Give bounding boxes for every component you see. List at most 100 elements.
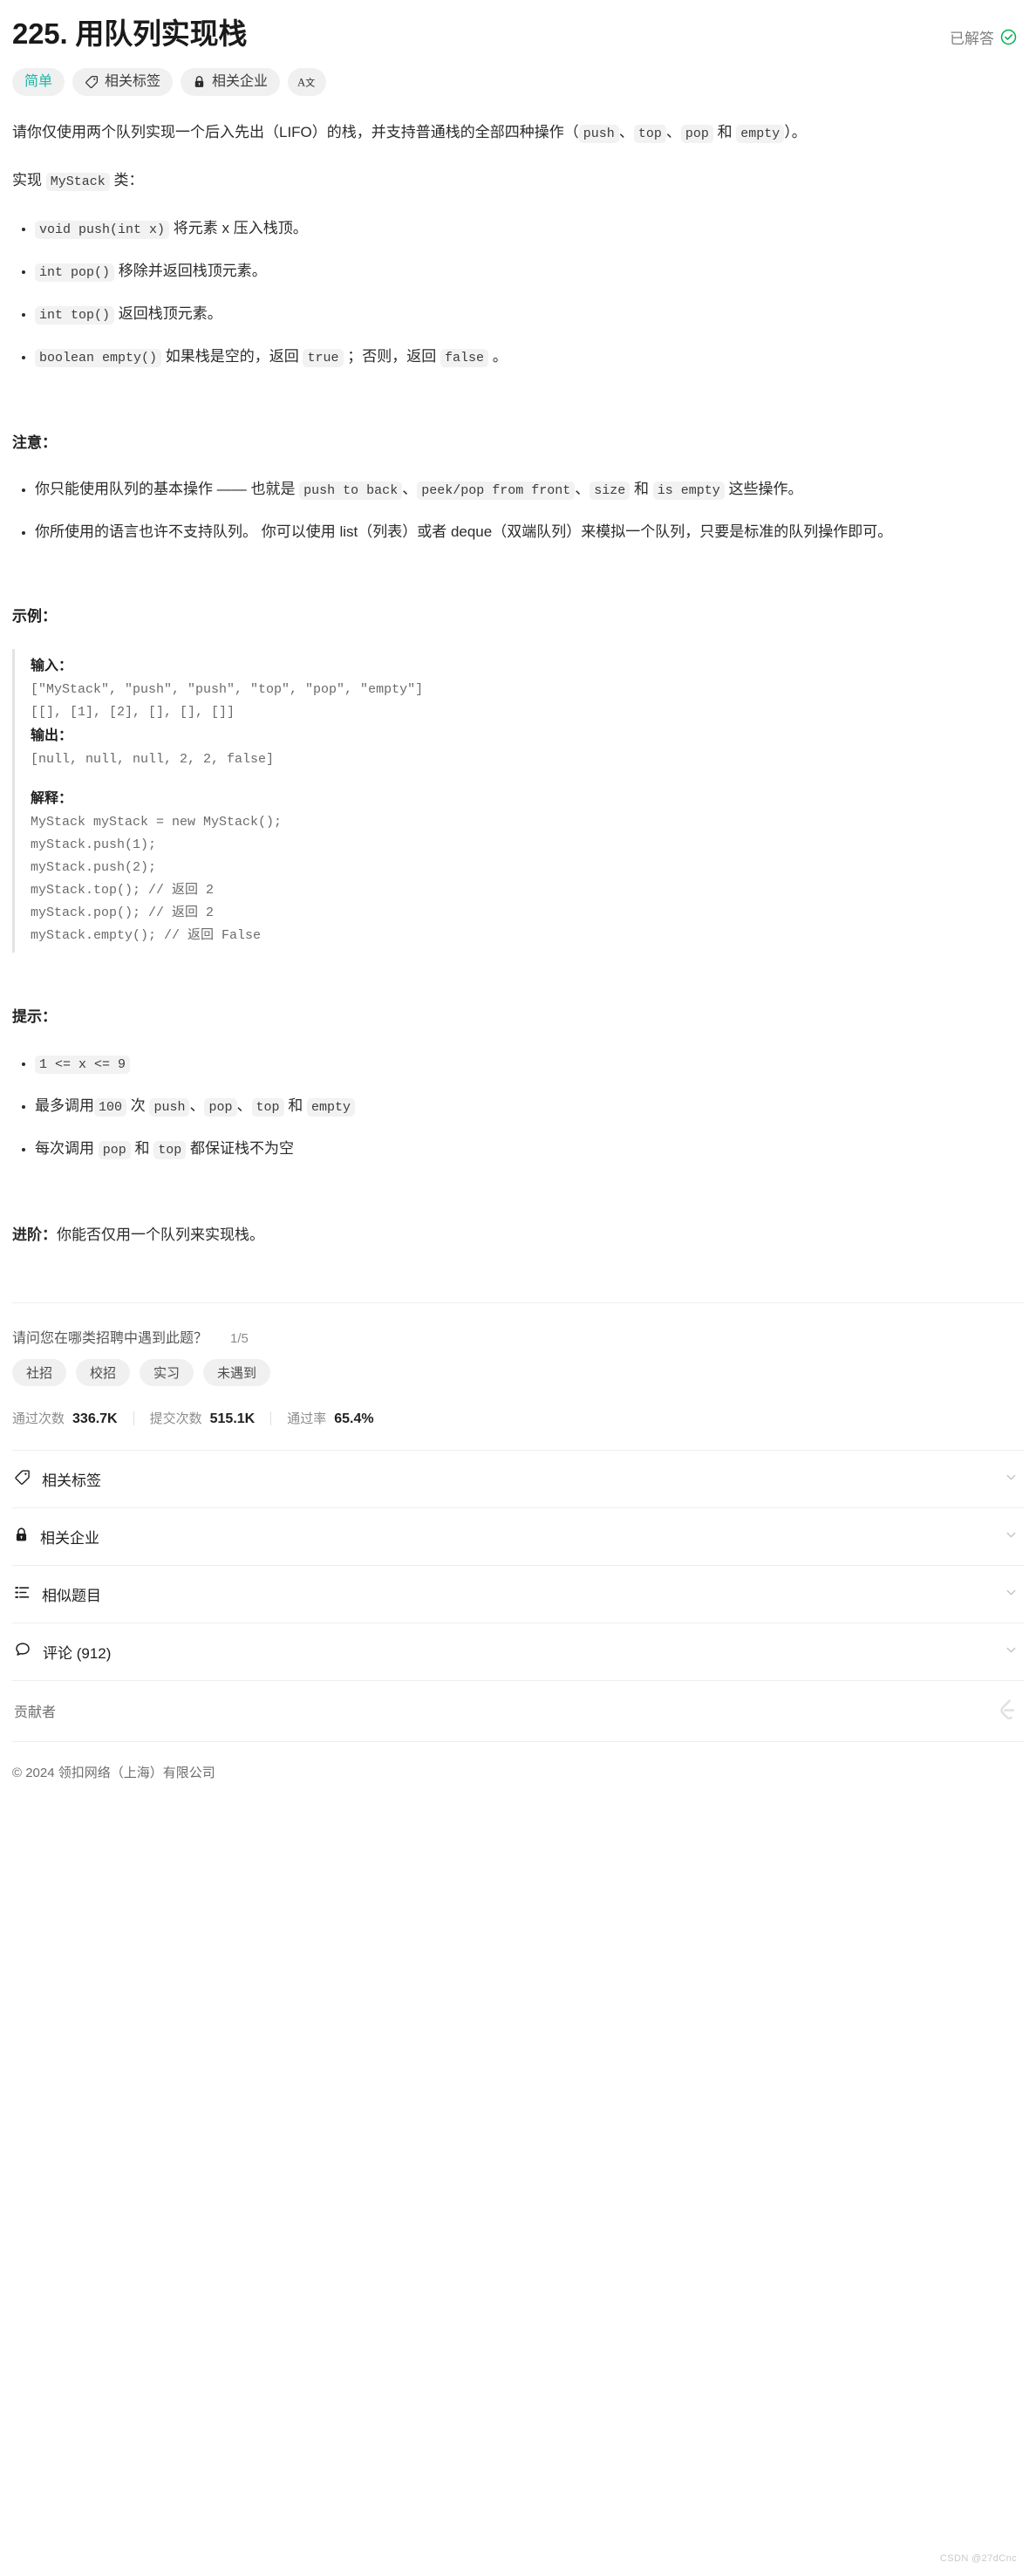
note-1-text-1: 你只能使用队列的基本操作 —— 也就是: [35, 481, 300, 497]
stat-acceptance-value: 65.4%: [334, 1411, 374, 1426]
code-method-empty: boolean empty(): [35, 349, 162, 367]
accordion-similar-questions-label: 相似题目: [42, 1588, 101, 1604]
code-empty: empty: [736, 125, 785, 143]
accordion-related-tags-label: 相关标签: [42, 1472, 101, 1489]
list-icon: [14, 1584, 31, 1605]
implement-paragraph: 实现 MyStack 类：: [12, 167, 1024, 195]
survey-counter: 1/5: [230, 1331, 249, 1346]
accordion-related-companies[interactable]: 相关企业: [12, 1507, 1024, 1565]
chevron-down-icon: [1004, 1585, 1019, 1604]
survey-option-weiyudao[interactable]: 未遇到: [203, 1359, 271, 1386]
method-list: void push(int x) 将元素 x 压入栈顶。 int pop() 移…: [12, 215, 1024, 372]
method-empty-text-1: 如果栈是空的，返回: [161, 348, 303, 365]
difficulty-label: 简单: [24, 74, 53, 89]
page-title: 225. 用队列实现栈: [12, 17, 248, 50]
hints-heading: 提示：: [12, 1008, 57, 1025]
related-companies-button[interactable]: 相关企业: [181, 68, 281, 96]
contributors-label: 贡献者: [14, 1705, 57, 1720]
accordion-list: 相关标签 相关企业 相似题目 评论 (912) 贡献者: [12, 1450, 1024, 1739]
stat-submissions[interactable]: 提交次数 515.1K: [150, 1409, 256, 1427]
hint-2-sep-1: 、: [189, 1097, 205, 1114]
list-item: int top() 返回栈顶元素。: [35, 300, 1024, 329]
accordion-comments-label: 评论 (912): [43, 1645, 112, 1662]
list-item: 每次调用 pop 和 top 都保证栈不为空: [35, 1135, 1024, 1164]
font-size-button[interactable]: A 文: [288, 68, 327, 96]
contributors-row: 贡献者: [12, 1680, 1024, 1739]
stat-accepted[interactable]: 通过次数 336.7K: [12, 1409, 118, 1427]
check-circle-icon: [1000, 29, 1017, 45]
method-push-text: 将元素 x 压入栈顶。: [169, 220, 308, 236]
stat-divider: [133, 1411, 134, 1425]
code-false: false: [440, 349, 488, 367]
note-1-sep-1: 、: [402, 481, 418, 497]
survey-option-shezhao[interactable]: 社招: [12, 1359, 67, 1386]
code-hint3-pop: pop: [98, 1141, 131, 1159]
leetcode-logo-icon[interactable]: [994, 1698, 1019, 1723]
code-hint-empty: empty: [306, 1098, 355, 1117]
accordion-related-companies-label: 相关企业: [40, 1530, 99, 1547]
output-label: 输出：: [31, 728, 73, 743]
code-push: push: [578, 125, 619, 143]
survey-option-shixi[interactable]: 实习: [140, 1359, 194, 1386]
sep-2: 、: [665, 124, 681, 140]
related-companies-label: 相关企业: [212, 74, 269, 89]
code-size: size: [590, 482, 630, 500]
explain-line: MyStack myStack = new MyStack();: [31, 815, 283, 830]
list-item: 你只能使用队列的基本操作 —— 也就是 push to back、peek/po…: [35, 475, 1024, 504]
code-mystack: MyStack: [45, 173, 110, 191]
accordion-comments-left: 评论 (912): [14, 1641, 111, 1663]
list-item: void push(int x) 将元素 x 压入栈顶。: [35, 215, 1024, 243]
explain-line: myStack.empty(); // 返回 False: [31, 928, 262, 943]
hints-list: 1 <= x <= 9 最多调用100 次 push、pop、top 和 emp…: [12, 1049, 1024, 1164]
hint-2-text-2: 次: [126, 1097, 150, 1114]
stat-accepted-label: 通过次数: [12, 1411, 65, 1426]
code-hint3-top: top: [153, 1141, 187, 1159]
survey-question-row: 请问您在哪类招聘中遇到此题？ 1/5: [12, 1326, 1024, 1347]
accordion-comments[interactable]: 评论 (912): [12, 1623, 1024, 1680]
tag-icon: [14, 1469, 31, 1490]
lock-icon: [14, 1527, 29, 1548]
implement-prefix: 实现: [12, 172, 46, 188]
watermark: CSDN @27dCnc: [939, 2553, 1017, 2564]
code-true: true: [303, 349, 344, 367]
code-top: top: [633, 125, 666, 143]
intro-text-1: 请你仅使用两个队列实现一个后入先出（LIFO）的栈，并支持普通栈的全部四种操作（: [12, 124, 579, 140]
followup-label: 进阶：: [12, 1227, 57, 1243]
hint-3-text-3: 都保证栈不为空: [186, 1140, 294, 1157]
related-tags-label: 相关标签: [105, 74, 161, 89]
related-tags-button[interactable]: 相关标签: [72, 68, 174, 96]
stat-submissions-label: 提交次数: [149, 1411, 202, 1426]
explain-line: myStack.top(); // 返回 2: [31, 883, 215, 898]
stat-acceptance-rate[interactable]: 通过率 65.4%: [287, 1409, 373, 1427]
code-peek-pop-from-front: peek/pop from front: [417, 482, 576, 500]
explain-label: 解释：: [31, 791, 73, 806]
hint-3-text-1: 每次调用: [35, 1140, 99, 1157]
list-item: 你所使用的语言也许不支持队列。 你可以使用 list（列表）或者 deque（双…: [35, 518, 1024, 545]
example-heading: 示例：: [12, 608, 57, 625]
survey-section: 请问您在哪类招聘中遇到此题？ 1/5 社招 校招 实习 未遇到: [12, 1303, 1024, 1386]
stat-accepted-value: 336.7K: [72, 1411, 118, 1426]
footer: © 2024 领扣网络（上海）有限公司: [12, 1741, 1024, 1781]
implement-suffix: 类：: [109, 172, 144, 188]
followup-text: 你能否仅用一个队列来实现栈。: [57, 1227, 264, 1243]
difficulty-badge[interactable]: 简单: [12, 68, 65, 96]
code-method-top: int top(): [35, 306, 115, 325]
sep-1: 、: [618, 124, 634, 140]
code-pop: pop: [680, 125, 713, 143]
accordion-similar-questions[interactable]: 相似题目: [12, 1565, 1024, 1623]
accordion-related-companies-left: 相关企业: [14, 1526, 99, 1548]
survey-option-xiaozhao[interactable]: 校招: [76, 1359, 131, 1386]
code-method-push: void push(int x): [35, 221, 170, 239]
accordion-related-tags[interactable]: 相关标签: [12, 1450, 1024, 1507]
code-100: 100: [94, 1098, 127, 1117]
title-row: 225. 用队列实现栈 已解答: [12, 0, 1024, 52]
survey-options: 社招 校招 实习 未遇到: [12, 1359, 1024, 1386]
list-item: boolean empty() 如果栈是空的，返回 true ；否则，返回 fa…: [35, 343, 1024, 372]
stat-divider: [270, 1411, 272, 1425]
comment-icon: [14, 1641, 31, 1663]
